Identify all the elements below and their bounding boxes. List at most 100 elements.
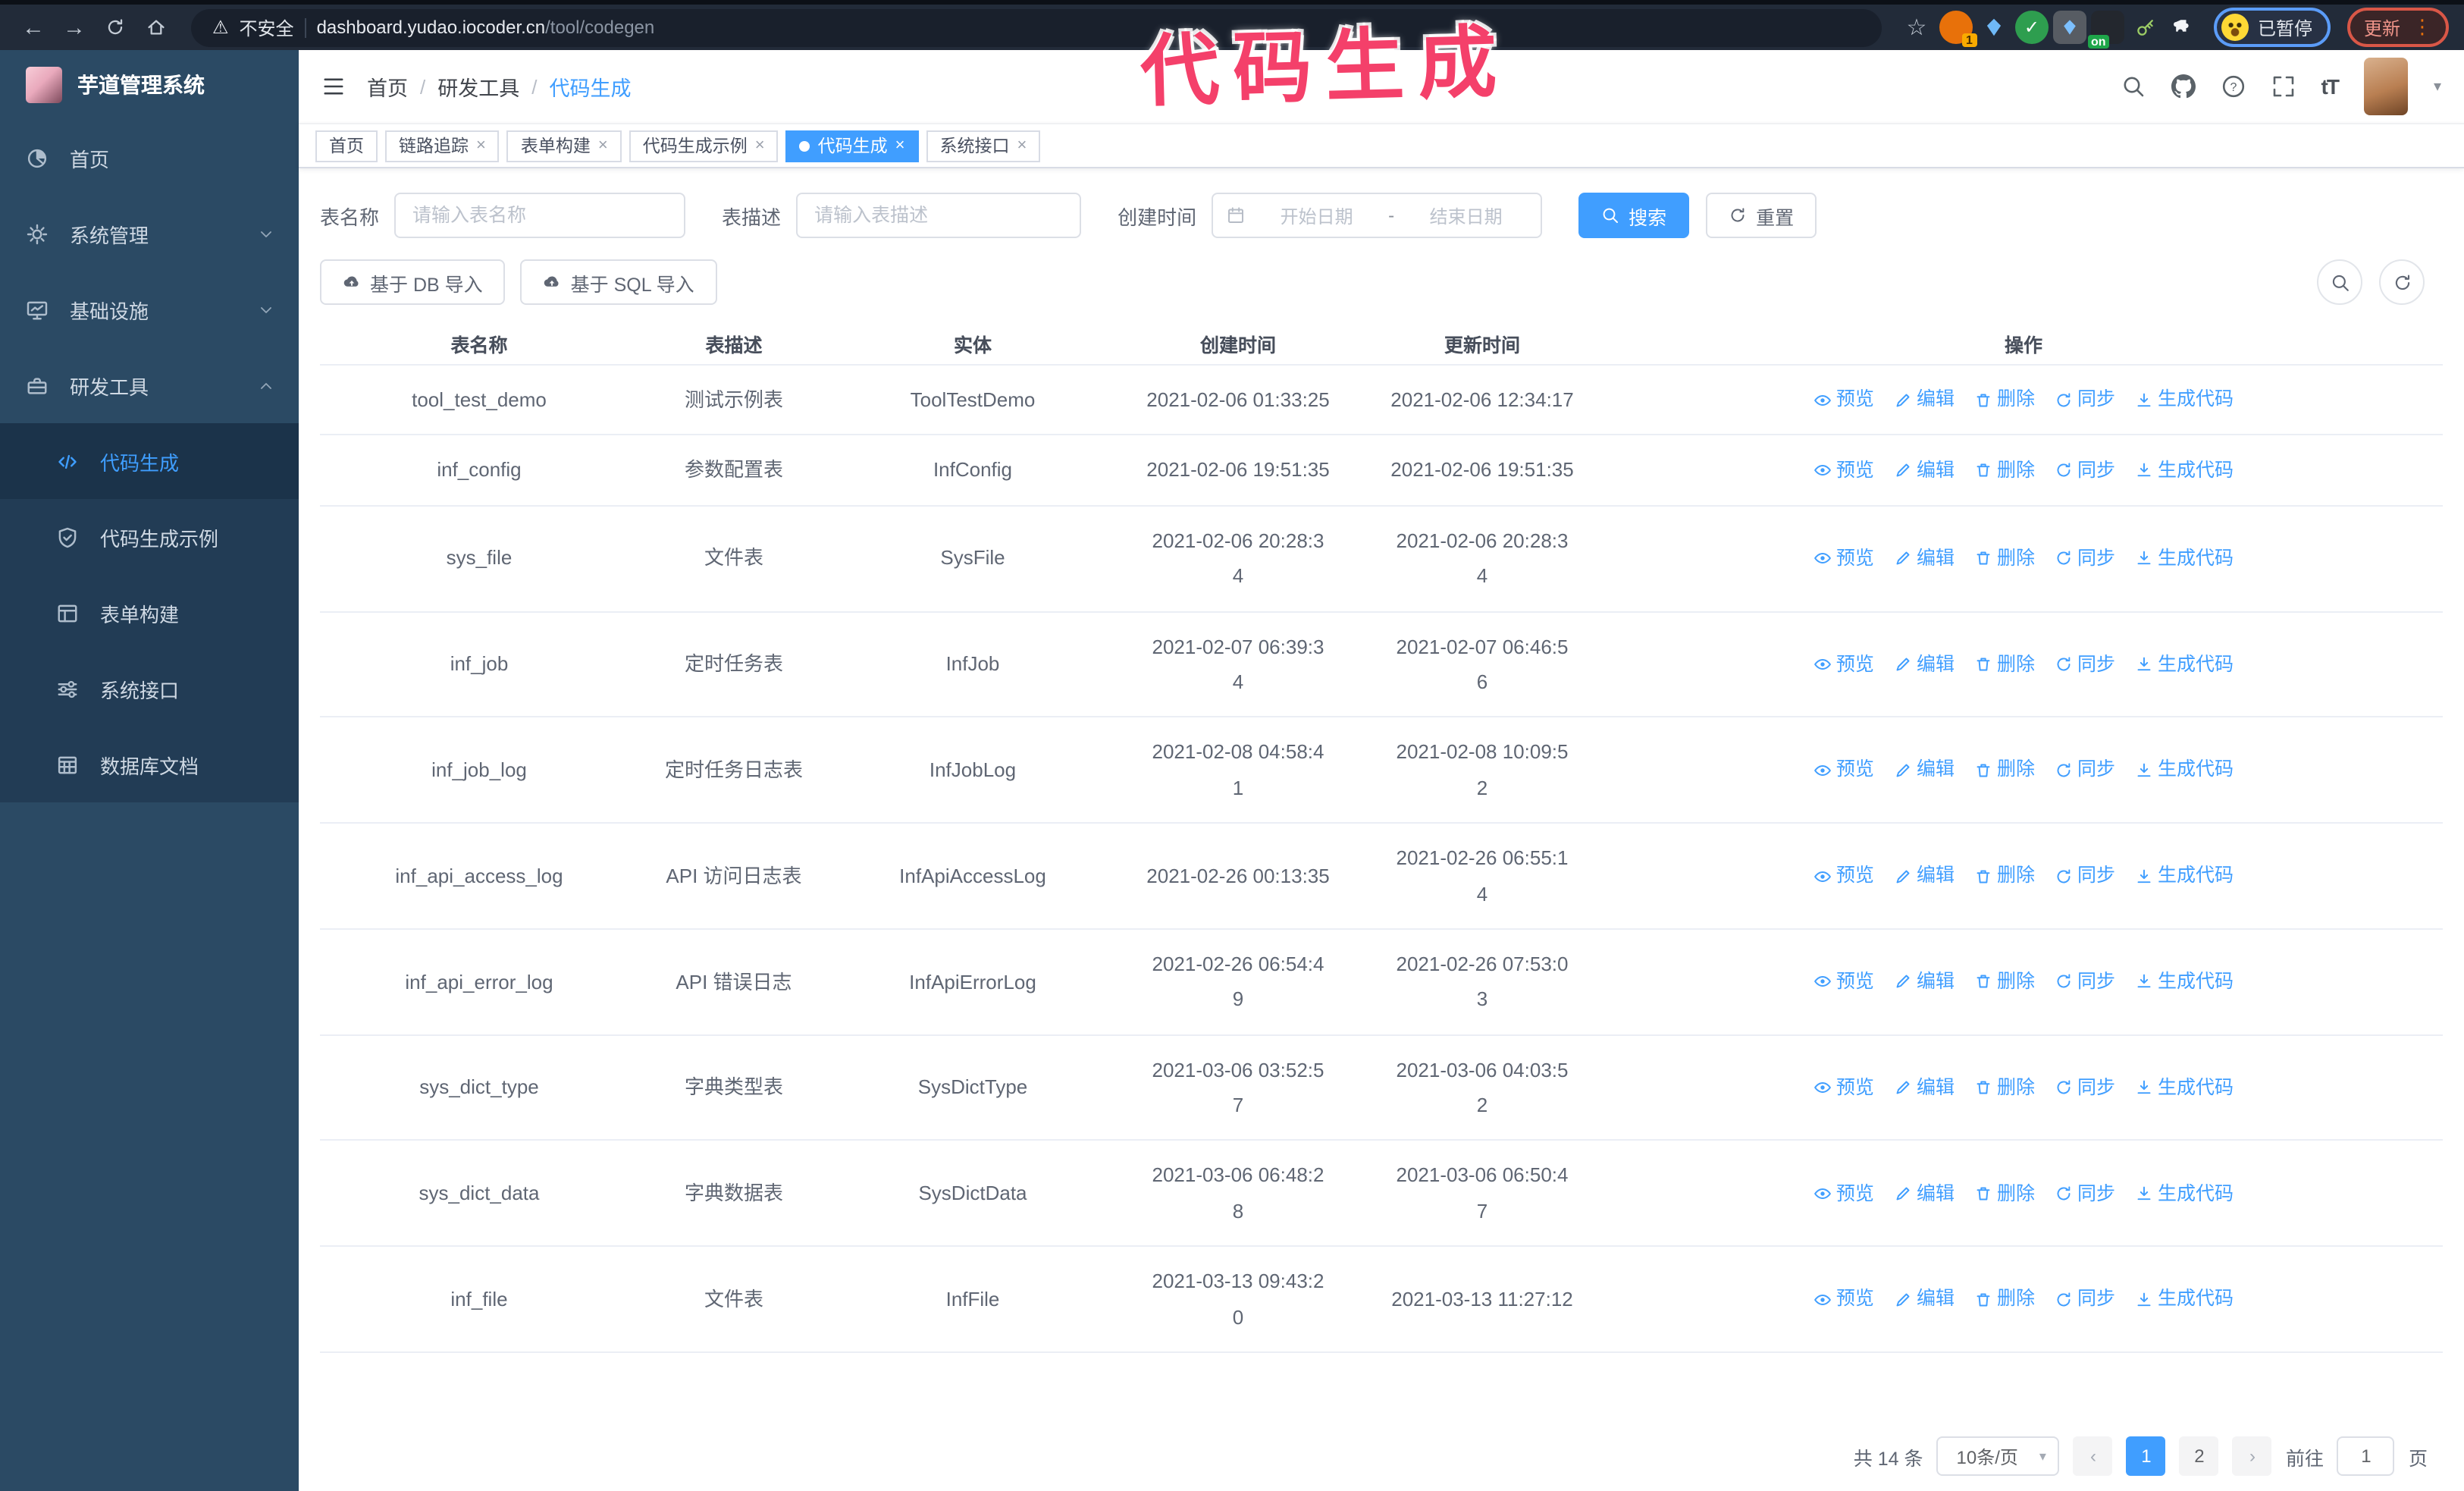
action-preview[interactable]: 预览 [1814, 1282, 1874, 1317]
font-size-icon[interactable]: tT [2321, 74, 2340, 99]
chevron-down-icon[interactable]: ▾ [2434, 78, 2441, 95]
update-button[interactable]: 更新 ⋮ [2346, 8, 2449, 47]
action-edit[interactable]: 编辑 [1894, 753, 1955, 787]
action-edit[interactable]: 编辑 [1894, 541, 1955, 576]
breadcrumb-home[interactable]: 首页 [367, 71, 408, 102]
action-preview[interactable]: 预览 [1814, 383, 1874, 417]
action-delete[interactable]: 删除 [1974, 1176, 2035, 1210]
action-delete[interactable]: 删除 [1974, 454, 2035, 488]
action-delete[interactable]: 删除 [1974, 965, 2035, 999]
action-delete[interactable]: 删除 [1974, 1282, 2035, 1317]
action-delete[interactable]: 删除 [1974, 647, 2035, 681]
page-size-select[interactable]: 10条/页 ▾ [1936, 1436, 2060, 1476]
url-bar[interactable]: ⚠ 不安全 dashboard.yudao.iocoder.cn/tool/co… [191, 8, 1882, 46]
sidebar-item-3[interactable]: 研发工具 [0, 347, 299, 423]
sidebar-item-0[interactable]: 首页 [0, 120, 299, 196]
date-range-picker[interactable]: 开始日期 - 结束日期 [1212, 193, 1543, 238]
help-icon[interactable]: ? [2221, 74, 2246, 99]
sidebar-toggle-icon[interactable] [321, 74, 346, 99]
action-preview[interactable]: 预览 [1814, 647, 1874, 681]
profile-chip[interactable]: 已暂停 [2213, 8, 2331, 47]
reset-button[interactable]: 重置 [1706, 193, 1817, 238]
tab-2[interactable]: 表单构建 × [506, 130, 622, 162]
browser-menu-icon[interactable]: ⋮ [2412, 15, 2432, 39]
reload-icon[interactable] [97, 9, 133, 46]
submenu-item-0[interactable]: 代码生成 [0, 423, 299, 499]
action-sync[interactable]: 同步 [2055, 753, 2115, 787]
submenu-item-3[interactable]: 系统接口 [0, 651, 299, 727]
fullscreen-icon[interactable] [2271, 74, 2296, 99]
app-logo-row[interactable]: 芋道管理系统 [0, 50, 299, 120]
page-button-1[interactable]: 1 [2126, 1436, 2166, 1476]
action-generate-code[interactable]: 生成代码 [2135, 541, 2234, 576]
action-generate-code[interactable]: 生成代码 [2135, 647, 2234, 681]
search-button[interactable]: 搜索 [1578, 193, 1690, 238]
action-preview[interactable]: 预览 [1814, 541, 1874, 576]
extension-icon-orange[interactable]: 1 [1939, 11, 1977, 47]
action-delete[interactable]: 删除 [1974, 753, 2035, 787]
action-sync[interactable]: 同步 [2055, 965, 2115, 999]
action-preview[interactable]: 预览 [1814, 859, 1874, 893]
tab-0[interactable]: 首页 [315, 130, 378, 162]
action-edit[interactable]: 编辑 [1894, 454, 1955, 488]
action-preview[interactable]: 预览 [1814, 1176, 1874, 1210]
action-edit[interactable]: 编辑 [1894, 383, 1955, 417]
action-sync[interactable]: 同步 [2055, 541, 2115, 576]
submenu-item-2[interactable]: 表单构建 [0, 575, 299, 651]
submenu-item-1[interactable]: 代码生成示例 [0, 499, 299, 575]
goto-page-input[interactable] [2337, 1436, 2395, 1476]
breadcrumb-devtools[interactable]: 研发工具 [437, 71, 519, 102]
action-edit[interactable]: 编辑 [1894, 1176, 1955, 1210]
start-date-placeholder[interactable]: 开始日期 [1256, 202, 1378, 228]
action-sync[interactable]: 同步 [2055, 1176, 2115, 1210]
action-sync[interactable]: 同步 [2055, 454, 2115, 488]
security-label[interactable]: 不安全 [240, 14, 294, 40]
action-sync[interactable]: 同步 [2055, 1071, 2115, 1105]
home-icon[interactable] [138, 9, 174, 46]
extension-icon-key[interactable] [2129, 11, 2162, 44]
action-sync[interactable]: 同步 [2055, 1282, 2115, 1317]
table-desc-input[interactable] [796, 193, 1082, 238]
action-generate-code[interactable]: 生成代码 [2135, 859, 2234, 893]
extension-icon-on[interactable]: on [2087, 11, 2124, 49]
action-edit[interactable]: 编辑 [1894, 1282, 1955, 1317]
refresh-table-button[interactable] [2379, 259, 2425, 305]
action-generate-code[interactable]: 生成代码 [2135, 383, 2234, 417]
next-page-button[interactable]: › [2232, 1436, 2272, 1476]
close-icon[interactable]: × [476, 137, 486, 155]
toggle-search-button[interactable] [2317, 259, 2362, 305]
submenu-item-4[interactable]: 数据库文档 [0, 727, 299, 802]
back-icon[interactable]: ← [15, 9, 52, 46]
action-preview[interactable]: 预览 [1814, 965, 1874, 999]
page-button-2[interactable]: 2 [2179, 1436, 2219, 1476]
close-icon[interactable]: × [598, 137, 608, 155]
table-name-input[interactable] [394, 193, 686, 238]
sidebar-item-2[interactable]: 基础设施 [0, 272, 299, 347]
import-db-button[interactable]: 基于 DB 导入 [320, 259, 506, 305]
breadcrumb-current[interactable]: 代码生成 [550, 71, 632, 102]
github-icon[interactable] [2171, 74, 2196, 99]
close-icon[interactable]: × [1017, 137, 1027, 155]
close-icon[interactable]: × [755, 137, 765, 155]
action-edit[interactable]: 编辑 [1894, 1071, 1955, 1105]
tab-5[interactable]: 系统接口 × [926, 130, 1041, 162]
action-generate-code[interactable]: 生成代码 [2135, 1282, 2234, 1317]
action-delete[interactable]: 删除 [1974, 541, 2035, 576]
action-sync[interactable]: 同步 [2055, 859, 2115, 893]
action-generate-code[interactable]: 生成代码 [2135, 753, 2234, 787]
action-generate-code[interactable]: 生成代码 [2135, 454, 2234, 488]
close-icon[interactable]: × [895, 137, 905, 155]
prev-page-button[interactable]: ‹ [2073, 1436, 2113, 1476]
action-sync[interactable]: 同步 [2055, 647, 2115, 681]
tab-1[interactable]: 链路追踪 × [385, 130, 500, 162]
action-generate-code[interactable]: 生成代码 [2135, 965, 2234, 999]
action-sync[interactable]: 同步 [2055, 383, 2115, 417]
action-preview[interactable]: 预览 [1814, 753, 1874, 787]
end-date-placeholder[interactable]: 结束日期 [1405, 202, 1527, 228]
extensions-puzzle-icon[interactable] [2167, 11, 2200, 44]
action-delete[interactable]: 删除 [1974, 859, 2035, 893]
action-delete[interactable]: 删除 [1974, 383, 2035, 417]
action-edit[interactable]: 编辑 [1894, 965, 1955, 999]
action-preview[interactable]: 预览 [1814, 1071, 1874, 1105]
extension-icon-check[interactable]: ✓ [2014, 11, 2049, 44]
